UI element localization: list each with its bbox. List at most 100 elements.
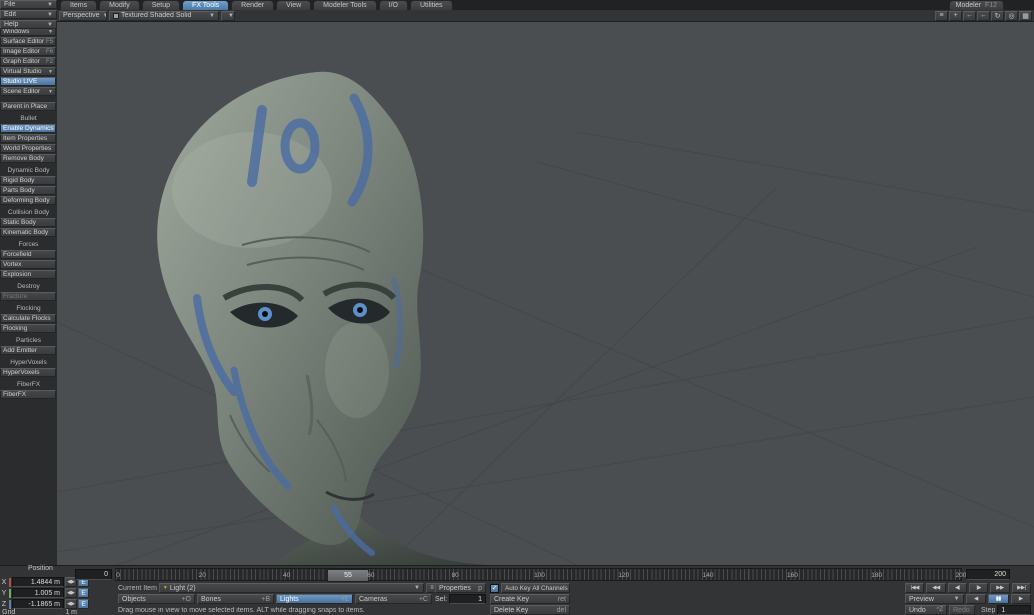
bottom-bar: Position X 1.4844 m ◀▶ E Y 1.005 m ◀▶ E … — [0, 565, 1034, 615]
properties-label: Properties — [439, 585, 471, 592]
step-field[interactable]: 1 — [997, 605, 1031, 615]
y-nudge-button[interactable]: ◀▶ — [65, 588, 77, 598]
y-envelope-button[interactable]: E — [78, 588, 89, 598]
sidebar-item-enable-dynamics[interactable]: Enable Dynamics — [0, 124, 56, 133]
sidebar-item-virtual-studio[interactable]: Virtual Studio▼ — [0, 67, 56, 76]
sidebar-item-scene-editor[interactable]: Scene Editor▼ — [0, 87, 56, 96]
start-frame-field[interactable]: 0 — [75, 569, 112, 580]
sidebar-item-flocking[interactable]: Flocking — [0, 324, 56, 333]
shortcut-label: F2 — [46, 59, 53, 65]
next-frame-button[interactable]: |▶ — [969, 583, 988, 593]
zoom-icon[interactable]: ◎ — [1005, 11, 1018, 21]
autokey-checkbox[interactable]: ✓ — [490, 584, 499, 593]
x-axis-color-bar — [9, 578, 11, 587]
previous-key-button[interactable]: ◀◀ — [926, 583, 945, 593]
item-type-shortcut: +L — [341, 596, 349, 603]
sidebar-item-label: Graph Editor — [3, 58, 40, 65]
go-to-end-button[interactable]: ▶▶| — [1012, 583, 1031, 593]
current-frame-slider[interactable]: 55 — [327, 569, 369, 582]
undo-icon[interactable]: ← — [963, 11, 976, 21]
tab-items[interactable]: Items — [60, 0, 97, 10]
sidebar-item-label: Remove Body — [3, 155, 44, 162]
sidebar-item-surface-editor[interactable]: Surface EditorF5 — [0, 37, 56, 46]
sidebar-item-item-properties[interactable]: Item Properties — [0, 134, 56, 143]
z-envelope-button[interactable]: E — [78, 599, 89, 609]
create-key-shortcut: ret — [558, 596, 566, 603]
tab-fx-tools[interactable]: FX Tools — [182, 0, 229, 10]
current-item-dropdown[interactable]: ▼ Light (2) ▼ — [159, 583, 424, 593]
previous-frame-button[interactable]: ◀| — [948, 583, 967, 593]
tab-i-o[interactable]: I/O — [379, 0, 408, 10]
sidebar-item-studio-live[interactable]: Studio LIVE — [0, 77, 56, 86]
viewport-options-dropdown[interactable]: ▼ — [221, 11, 235, 21]
timeline-ruler[interactable]: 55 020406080100120140160180200 — [115, 568, 962, 581]
sidebar-item-label: Fracture — [3, 293, 27, 300]
sidebar-item-parent-in-place[interactable]: Parent in Place — [0, 102, 56, 111]
sidebar-item-remove-body[interactable]: Remove Body — [0, 154, 56, 163]
sidebar-item-rigid-body[interactable]: Rigid Body — [0, 176, 56, 185]
sidebar-item-label: Add Emitter — [3, 347, 37, 354]
bones-button[interactable]: Bones+B — [197, 594, 274, 604]
play-forward-button[interactable]: ▶ — [1011, 594, 1031, 604]
preview-dropdown[interactable]: Preview ▼ — [905, 594, 964, 604]
tab-modify[interactable]: Modify — [99, 0, 140, 10]
redo-button[interactable]: Redo — [949, 605, 975, 615]
shortcut-label: F5 — [46, 39, 53, 45]
next-key-button[interactable]: ▶▶ — [990, 583, 1009, 593]
cameras-button[interactable]: Cameras+C — [355, 594, 432, 604]
menu-icon[interactable]: ≡ — [935, 11, 948, 21]
file-menu[interactable]: File▼ — [0, 0, 57, 9]
end-frame-field[interactable]: 200 — [966, 569, 1010, 580]
sidebar-item-explosion[interactable]: Explosion — [0, 270, 56, 279]
undo-alt-icon[interactable]: ← — [977, 11, 990, 21]
edit-menu[interactable]: Edit▼ — [0, 10, 57, 19]
tab-modeler-tools[interactable]: Modeler Tools — [313, 0, 376, 10]
autokey-dropdown[interactable]: Auto Key All Channels ▼ — [501, 583, 570, 593]
move-icon[interactable]: + — [949, 11, 962, 21]
sidebar-item-calculate-flocks[interactable]: Calculate Flocks — [0, 314, 56, 323]
tab-view[interactable]: View — [276, 0, 311, 10]
view-mode-dropdown[interactable]: Perspective▼ — [59, 11, 107, 21]
sidebar-item-world-properties[interactable]: World Properties — [0, 144, 56, 153]
sidebar-item-graph-editor[interactable]: Graph Editor F2 — [0, 57, 56, 66]
sidebar-item-deforming-body[interactable]: Deforming Body — [0, 196, 56, 205]
create-key-button[interactable]: Create Key ret — [490, 594, 570, 604]
shading-mode-dropdown[interactable]: Textured Shaded Solid▼ — [109, 11, 219, 21]
sidebar-item-hypervoxels[interactable]: HyperVoxels — [0, 368, 56, 377]
play-reverse-button[interactable]: ◀ — [966, 594, 986, 604]
sidebar-item-label: World Properties — [3, 145, 51, 152]
properties-button[interactable]: Properties p — [435, 583, 486, 593]
help-menu[interactable]: Help▼ — [0, 20, 57, 29]
sidebar-item-fiberfx[interactable]: FiberFX — [0, 390, 56, 399]
sidebar-item-image-editor[interactable]: Image EditorF6 — [0, 47, 56, 56]
select-region-icon[interactable]: ▦ — [1019, 11, 1032, 21]
go-to-start-button[interactable]: |◀◀ — [905, 583, 924, 593]
tick-40: 40 — [283, 572, 290, 579]
sidebar-item-label: Enable Dynamics — [3, 125, 54, 132]
rotate-icon[interactable]: ↻ — [991, 11, 1004, 21]
undo-button[interactable]: Undo ^Z — [905, 605, 947, 615]
tab-utilities[interactable]: Utilities — [410, 0, 453, 10]
sidebar-item-kinematic-body[interactable]: Kinematic Body — [0, 228, 56, 237]
tab-setup[interactable]: Setup — [142, 0, 180, 10]
3d-viewport[interactable] — [57, 22, 1034, 565]
tab-render[interactable]: Render — [231, 0, 274, 10]
chevron-down-icon: ▼ — [44, 12, 53, 18]
shading-mode-label: Textured Shaded Solid — [121, 12, 191, 19]
lights-button[interactable]: Lights+L — [276, 594, 353, 604]
y-position-field[interactable]: 1.005 m — [12, 588, 64, 598]
x-position-field[interactable]: 1.4844 m — [12, 577, 64, 587]
modeler-switch-button[interactable]: Modeler F12 — [949, 0, 1004, 10]
pause-button[interactable]: ▮▮ — [988, 594, 1008, 604]
sidebar-item-static-body[interactable]: Static Body — [0, 218, 56, 227]
viewport-render — [57, 22, 1034, 565]
delete-key-row: Delete Key del — [490, 605, 570, 615]
sidebar-item-vortex[interactable]: Vortex — [0, 260, 56, 269]
sidebar-item-parts-body[interactable]: Parts Body — [0, 186, 56, 195]
current-item-value: Light (2) — [170, 585, 196, 592]
sidebar-item-fracture[interactable]: Fracture — [0, 292, 56, 301]
sidebar-item-add-emitter[interactable]: Add Emitter — [0, 346, 56, 355]
sidebar-item-forcefield[interactable]: Forcefield — [0, 250, 56, 259]
delete-key-button[interactable]: Delete Key del — [490, 605, 570, 615]
objects-button[interactable]: Objects+O — [118, 594, 195, 604]
